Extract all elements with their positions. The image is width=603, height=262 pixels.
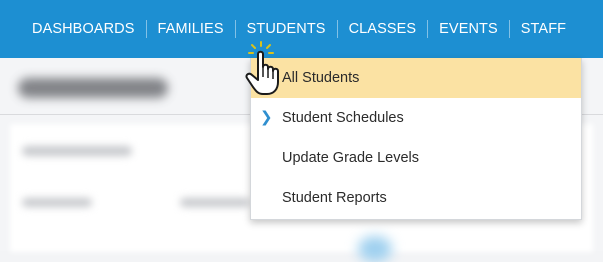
blurred-page-title: [18, 78, 168, 98]
blurred-text: [22, 198, 92, 207]
students-dropdown-menu: All Students ❯ Student Schedules Update …: [250, 58, 582, 220]
chevron-right-icon: ❯: [260, 109, 273, 126]
nav-item-events[interactable]: EVENTS: [428, 20, 509, 38]
menu-item-student-schedules[interactable]: ❯ Student Schedules: [251, 98, 581, 138]
menu-item-label: Student Schedules: [282, 110, 404, 126]
nav-item-students[interactable]: STUDENTS: [236, 20, 337, 38]
menu-item-label: All Students: [282, 70, 360, 86]
blurred-text: [180, 198, 250, 207]
nav-item-families[interactable]: FAMILIES: [147, 20, 235, 38]
menu-item-update-grade-levels[interactable]: Update Grade Levels: [251, 138, 581, 178]
blurred-element: [358, 236, 392, 262]
nav-item-classes[interactable]: CLASSES: [338, 20, 428, 38]
menu-item-label: Student Reports: [282, 190, 387, 206]
menu-item-student-reports[interactable]: Student Reports: [251, 178, 581, 218]
menu-item-label: Update Grade Levels: [282, 150, 420, 166]
blurred-text: [22, 146, 132, 156]
menu-item-all-students[interactable]: All Students: [251, 58, 581, 98]
nav-item-staff[interactable]: STAFF: [510, 20, 577, 38]
nav-item-dashboards[interactable]: DASHBOARDS: [32, 20, 146, 38]
hand-pointer-icon: [245, 41, 279, 95]
top-navigation-bar: DASHBOARDS FAMILIES STUDENTS CLASSES EVE…: [0, 0, 603, 58]
